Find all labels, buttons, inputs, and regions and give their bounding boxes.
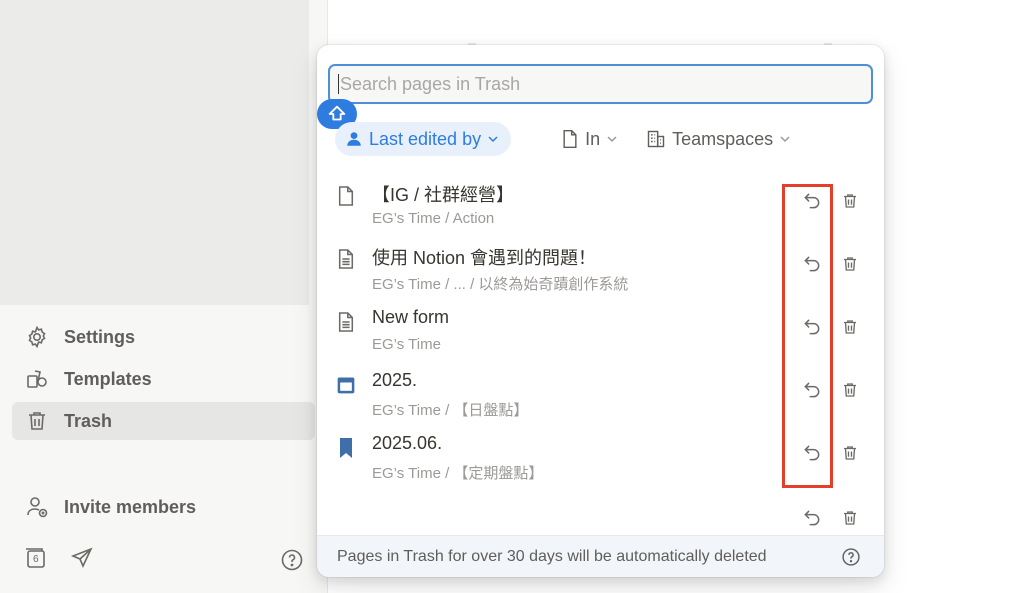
filter-label: Teamspaces [672, 128, 774, 149]
delete-permanently-icon[interactable] [838, 441, 862, 465]
delete-permanently-icon[interactable] [838, 315, 862, 339]
text-caret [338, 74, 339, 94]
sidebar-item-trash[interactable]: Trash [12, 402, 315, 440]
sidebar-item-label: Invite members [64, 496, 197, 517]
gear-icon [24, 324, 50, 350]
chevron-down-icon [487, 133, 499, 145]
sidebar-item-templates[interactable]: Templates [12, 360, 315, 398]
restore-icon[interactable] [800, 506, 824, 530]
bookmark-icon [335, 437, 357, 459]
search-box[interactable] [328, 64, 873, 104]
building-icon [646, 129, 666, 149]
restore-buttons-highlight [782, 184, 833, 488]
page-title: 【IG / 社群經營】 [372, 185, 515, 205]
filter-bar: Last edited by In Teamspaces [335, 122, 819, 156]
doc-lines-icon [335, 248, 357, 270]
help-icon[interactable] [280, 548, 304, 577]
page-path: EG’s Time / 【定期盤點】 [372, 465, 544, 482]
page-path: EG’s Time / ... / 以終為始奇蹟創作系統 [372, 276, 629, 293]
trash-footer: Pages in Trash for over 30 days will be … [317, 535, 884, 577]
search-input[interactable] [340, 73, 871, 95]
doc-lines-icon [335, 311, 357, 333]
sidebar-top-area [0, 0, 309, 305]
sidebar-item-label: Templates [64, 368, 152, 389]
page-icon [561, 129, 579, 149]
delete-permanently-icon[interactable] [838, 506, 862, 530]
page-title: New form [372, 307, 450, 327]
sidebar-item-settings[interactable]: Settings [12, 318, 315, 356]
page-title: 2025. [372, 370, 418, 390]
templates-icon [24, 366, 50, 392]
person-icon [345, 130, 363, 148]
filter-teamspaces[interactable]: Teamspaces [646, 122, 791, 156]
calendar-icon [335, 374, 357, 396]
page-path: EG’s Time [372, 336, 441, 353]
sidebar-bottom-bar: 6 [24, 546, 94, 575]
chevron-down-icon [606, 133, 618, 145]
help-icon[interactable] [841, 547, 861, 572]
page-title: 2025.06. [372, 433, 443, 453]
filter-in[interactable]: In [561, 122, 618, 156]
delete-permanently-icon[interactable] [838, 189, 862, 213]
filter-last-edited-by[interactable]: Last edited by [335, 122, 512, 156]
sidebar-item-label: Trash [64, 410, 113, 431]
sidebar-item-invite-members[interactable]: Invite members [12, 488, 315, 526]
trash-icon [24, 408, 50, 434]
chevron-down-icon [779, 133, 791, 145]
delete-permanently-icon[interactable] [838, 252, 862, 276]
calendar-day: 6 [33, 554, 39, 565]
add-user-icon [24, 494, 50, 520]
calendar-icon[interactable]: 6 [24, 546, 48, 570]
send-icon[interactable] [70, 546, 94, 575]
delete-permanently-icon[interactable] [838, 378, 862, 402]
page-path: EG’s Time / 【日盤點】 [372, 402, 529, 419]
page-path: EG’s Time / Action [372, 210, 495, 227]
filter-label: Last edited by [369, 128, 482, 149]
page-icon [335, 185, 357, 207]
page-title: 使用 Notion 會遇到的問題！ [372, 248, 597, 268]
trash-popup: Last edited by In Teamspaces [317, 45, 884, 577]
footer-note: Pages in Trash for over 30 days will be … [337, 547, 767, 565]
sidebar-item-label: Settings [64, 326, 136, 347]
filter-label: In [585, 128, 601, 149]
